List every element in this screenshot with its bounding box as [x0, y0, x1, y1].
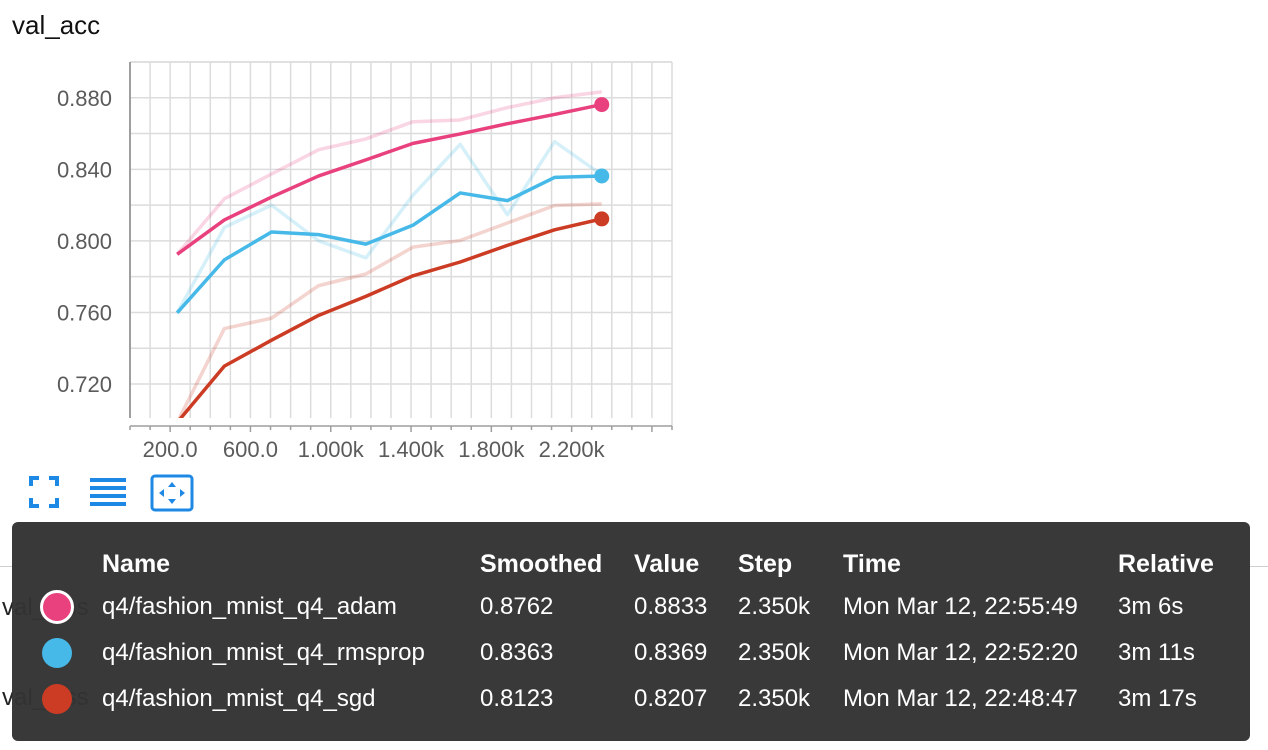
row-relative: 3m 17s: [1118, 685, 1197, 712]
hover-tooltip: Name Smoothed Value Step Time Relative q…: [12, 522, 1250, 741]
raw-series-layer: [175, 90, 603, 418]
row-value: 0.8833: [634, 593, 708, 620]
tooltip-header-row: Name Smoothed Value Step Time Relative: [36, 544, 1238, 584]
x-tick-label: 1.400k: [378, 437, 445, 462]
row-time: Mon Mar 12, 22:55:49: [843, 593, 1078, 620]
y-tick-label: 0.840: [57, 157, 112, 182]
val-acc-chart[interactable]: 0.720 0.760 0.800 0.840 0.880 200.0 600.0 1.000…: [0, 0, 700, 470]
x-tick-label: 1.800k: [458, 437, 525, 462]
x-tick-label: 1.000k: [298, 437, 365, 462]
series-endpoint-marker: [594, 168, 610, 184]
row-smoothed: 0.8363: [480, 639, 554, 666]
fit-domain-icon[interactable]: [150, 474, 194, 514]
series-color-dot: [42, 684, 72, 714]
x-tick-label: 2.200k: [539, 437, 606, 462]
header-relative: Relative: [1118, 549, 1214, 578]
expand-icon[interactable]: [28, 474, 60, 510]
series-endpoint-marker: [594, 97, 610, 113]
table-row: q4/fashion_mnist_q4_sgd 0.8123 0.8207 2.…: [36, 676, 1238, 722]
header-name: Name: [102, 549, 171, 578]
row-step: 2.350k: [738, 593, 811, 620]
row-relative: 3m 6s: [1118, 593, 1184, 620]
lines-icon[interactable]: [88, 474, 128, 510]
tooltip-table: Name Smoothed Value Step Time Relative q…: [36, 544, 1238, 722]
smoothed-series-line[interactable]: [176, 102, 603, 256]
row-relative: 3m 11s: [1118, 639, 1195, 666]
row-name: q4/fashion_mnist_q4_sgd: [102, 685, 376, 712]
row-smoothed: 0.8762: [480, 593, 554, 620]
header-swatch: [36, 544, 102, 584]
y-tick-label: 0.880: [57, 86, 112, 111]
row-name: q4/fashion_mnist_q4_rmsprop: [102, 639, 425, 666]
hover-markers: [594, 97, 610, 227]
series-color-dot: [40, 590, 74, 624]
header-value: Value: [634, 549, 700, 578]
smoothed-series-layer: [175, 102, 603, 418]
table-row: q4/fashion_mnist_q4_adam 0.8762 0.8833 2…: [36, 584, 1238, 630]
y-tick-label: 0.800: [57, 229, 112, 254]
x-tick-label: 600.0: [223, 437, 278, 462]
header-time: Time: [843, 549, 901, 578]
row-step: 2.350k: [738, 685, 811, 712]
smoothed-series-line[interactable]: [175, 174, 602, 314]
row-time: Mon Mar 12, 22:52:20: [843, 639, 1078, 666]
table-row: q4/fashion_mnist_q4_rmsprop 0.8363 0.836…: [36, 630, 1238, 676]
row-value: 0.8207: [634, 685, 708, 712]
axes: 0.720 0.760 0.800 0.840 0.880 200.0 600.0 1.000…: [57, 62, 673, 462]
series-color-dot: [42, 638, 72, 668]
row-step: 2.350k: [738, 639, 811, 666]
header-step: Step: [738, 549, 793, 578]
row-value: 0.8369: [634, 639, 708, 666]
y-tick-label: 0.760: [57, 300, 112, 325]
grid: [130, 61, 673, 426]
x-tick-label: 200.0: [143, 437, 198, 462]
row-time: Mon Mar 12, 22:48:47: [843, 685, 1078, 712]
y-tick-label: 0.720: [57, 372, 112, 397]
series-endpoint-marker: [594, 211, 610, 227]
row-smoothed: 0.8123: [480, 685, 554, 712]
header-smoothed: Smoothed: [480, 549, 603, 578]
row-name: q4/fashion_mnist_q4_adam: [102, 593, 397, 620]
